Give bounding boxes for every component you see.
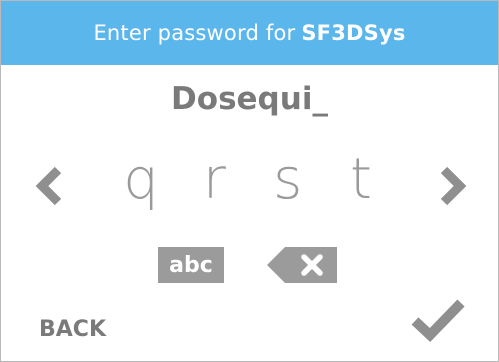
checkmark-icon [411, 299, 465, 343]
letter-option[interactable]: q [116, 152, 166, 208]
delete-button[interactable] [267, 247, 337, 283]
letter-picker: q r s t [116, 145, 386, 215]
letter-option[interactable]: t [336, 152, 386, 208]
chevron-right-icon [440, 166, 467, 206]
backspace-icon [267, 247, 337, 283]
password-dialog: Enter password for SF3DSys Dosequi_ q r … [0, 0, 499, 362]
back-button[interactable]: BACK [39, 317, 106, 342]
confirm-button[interactable] [410, 297, 466, 343]
letter-option[interactable]: r [189, 152, 239, 208]
previous-letters-button[interactable] [29, 161, 69, 211]
dialog-header: Enter password for SF3DSys [1, 1, 498, 65]
letter-option[interactable]: s [263, 152, 313, 208]
chevron-left-icon [35, 166, 62, 206]
header-system-name: SF3DSys [301, 21, 406, 45]
case-toggle-button[interactable]: abc [158, 247, 224, 283]
entered-password-text: Dosequi_ [171, 81, 328, 117]
header-prompt: Enter password for [93, 21, 296, 45]
next-letters-button[interactable] [433, 161, 473, 211]
